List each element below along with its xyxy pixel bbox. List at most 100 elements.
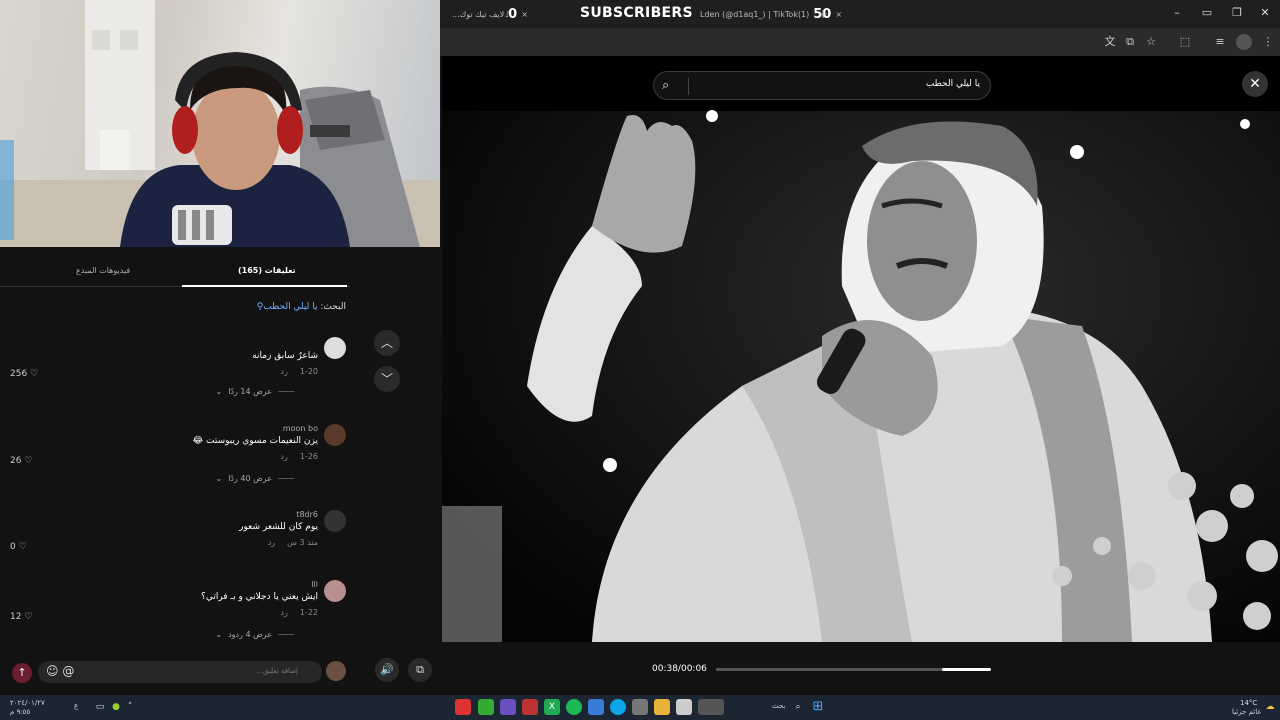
- search-icon[interactable]: ⌕: [662, 78, 669, 93]
- close-icon[interactable]: ×: [521, 10, 528, 19]
- comment-meta: 1-22 رد: [280, 608, 318, 617]
- display-icon[interactable]: ▭: [92, 699, 108, 715]
- app-icon-maroon[interactable]: [522, 699, 538, 715]
- search-divider: [688, 78, 689, 95]
- address-bar[interactable]: [442, 33, 1102, 51]
- view-replies[interactable]: عرض 14 ردًا ⌄: [216, 387, 295, 396]
- app-icon-blue[interactable]: [588, 699, 604, 715]
- language-indicator[interactable]: ع: [74, 702, 78, 710]
- emoji-mention-icons[interactable]: ☺ @: [46, 664, 74, 678]
- close-icon[interactable]: ✕: [1242, 71, 1268, 97]
- comment-item: t8dr6 يوم كان للشعر شعور منذ 3 س رد 0 ♡: [10, 510, 346, 590]
- menu-icon[interactable]: ⋮: [1260, 34, 1276, 50]
- view-replies-label: عرض 40 ردًا: [228, 474, 272, 483]
- comment-username[interactable]: t8dr6: [296, 510, 318, 519]
- weather-desc: غائم جزئيا: [1232, 708, 1262, 716]
- comment-text: يوم كان للشعر شعور: [239, 522, 318, 532]
- comment-placeholder: إضافة تعليق...: [256, 667, 298, 675]
- comment-date: 1-20: [299, 367, 318, 376]
- tab-label: Lden (@d1aq1_) | TikTok(1): [700, 9, 810, 19]
- tab-comments[interactable]: (165) تعليقات: [238, 266, 296, 275]
- taskbar-search-label[interactable]: بحث: [772, 702, 785, 710]
- comment-input[interactable]: ☺ @ إضافة تعليق...: [38, 661, 322, 683]
- comment-meta: 1-26 رد: [280, 452, 318, 461]
- comment-search-line: البحث: يا ليلي الحطب⚲: [257, 302, 346, 312]
- excel-icon[interactable]: X: [544, 699, 560, 715]
- maximize-icon[interactable]: ▭: [1200, 6, 1214, 20]
- video-frame: [442, 56, 1280, 642]
- comment-item: moon bo يزن النعيمات مسوي ريبوستت 😂 1-26…: [10, 424, 346, 504]
- webcam-overlay: [0, 0, 440, 247]
- extensions-icon[interactable]: ⬚: [1177, 34, 1193, 50]
- file-explorer-icon[interactable]: [654, 699, 670, 715]
- video-controls: 🔊 ⧉ 00:38/00:06: [362, 642, 1280, 695]
- spotify-icon[interactable]: [566, 699, 582, 715]
- window-close-icon[interactable]: ✕: [1258, 6, 1272, 20]
- tab-creator-videos[interactable]: فيديوهات المبدع: [76, 266, 130, 275]
- app-icon-purple[interactable]: [500, 699, 516, 715]
- new-tab-icon[interactable]: +: [818, 4, 828, 24]
- search-prefix: البحث:: [320, 302, 346, 312]
- picture-in-picture-icon[interactable]: ⧉: [408, 658, 432, 682]
- avatar[interactable]: [324, 424, 346, 446]
- minimize-icon[interactable]: –: [1170, 6, 1184, 20]
- app-icon-green[interactable]: [478, 699, 494, 715]
- view-replies[interactable]: عرض 4 ردود ⌄: [215, 630, 294, 639]
- view-replies-label: عرض 14 ردًا: [228, 387, 272, 396]
- comment-meta: 1-20 رد: [280, 367, 318, 376]
- start-icon[interactable]: ⊞: [810, 699, 826, 715]
- window-restore-icon[interactable]: ❐: [1230, 6, 1244, 20]
- chevron-down-icon: ⌄: [215, 474, 223, 483]
- like-count[interactable]: 0 ♡: [10, 542, 27, 552]
- reply-link[interactable]: رد: [280, 452, 287, 461]
- sidebar-icon[interactable]: ≡: [1212, 34, 1228, 50]
- reply-link[interactable]: رد: [268, 538, 275, 547]
- comment-text: يزن النعيمات مسوي ريبوستت 😂: [192, 436, 318, 446]
- search-query-link[interactable]: يا ليلي الحطب: [263, 302, 317, 312]
- reply-link[interactable]: رد: [280, 367, 287, 376]
- next-video-button[interactable]: ﹀: [374, 366, 400, 392]
- install-app-icon[interactable]: ⧉: [1122, 34, 1138, 50]
- like-count[interactable]: 12 ♡: [10, 612, 32, 622]
- profile-avatar[interactable]: [1236, 34, 1252, 50]
- edge-icon[interactable]: [610, 699, 626, 715]
- avatar[interactable]: [324, 510, 346, 532]
- widgets-icon[interactable]: [698, 699, 724, 715]
- comment-date: منذ 3 س: [287, 538, 318, 547]
- previous-video-button[interactable]: ︿: [374, 330, 400, 356]
- subscribers-label: SUBSCRIBERS: [580, 5, 693, 21]
- like-count[interactable]: 256 ♡: [10, 369, 38, 379]
- comment-date: 1-22: [299, 608, 318, 617]
- app-icon-white[interactable]: [676, 699, 692, 715]
- close-icon[interactable]: ×: [835, 10, 842, 19]
- tab-label: ...لايف تيك توك: [452, 9, 505, 19]
- avatar[interactable]: [324, 337, 346, 359]
- search-icon[interactable]: ⌕: [790, 699, 806, 715]
- view-replies[interactable]: عرض 40 ردًا ⌄: [216, 474, 295, 483]
- search-input[interactable]: يا ليلي الحطب: [926, 79, 980, 89]
- like-count[interactable]: 26 ♡: [10, 456, 32, 466]
- tab-tiktok-live[interactable]: ...لايف تيك توك 0 ×: [452, 4, 528, 24]
- webcam-image: [0, 0, 440, 247]
- send-button[interactable]: ↑: [12, 663, 32, 683]
- volume-icon[interactable]: 🔊: [375, 658, 399, 682]
- chevron-down-icon: ⌄: [215, 387, 223, 396]
- video-search-bar[interactable]: ⌕ يا ليلي الحطب: [653, 71, 991, 100]
- reply-link[interactable]: رد: [280, 608, 287, 617]
- chevron-up-icon[interactable]: ˄: [122, 699, 138, 715]
- video-player[interactable]: [442, 56, 1280, 642]
- comment-username[interactable]: lll: [311, 580, 318, 589]
- video-time: 00:38/00:06: [652, 664, 707, 674]
- progress-bar[interactable]: [716, 668, 991, 671]
- comment-text: ايش يعني يا دجلاني و بـ فراتي؟: [201, 592, 318, 602]
- app-icon-red[interactable]: [455, 699, 471, 715]
- store-icon[interactable]: [632, 699, 648, 715]
- translate-icon[interactable]: 文: [1102, 34, 1118, 50]
- weather-icon[interactable]: ☁: [1262, 699, 1278, 715]
- panel-tabs: فيديوهات المبدع (165) تعليقات: [0, 257, 350, 287]
- avatar[interactable]: [324, 580, 346, 602]
- comment-username[interactable]: moon bo: [283, 424, 318, 433]
- taskbar-clock: ٩:٥٥ م: [10, 708, 31, 716]
- comment-date: 1-26: [299, 452, 318, 461]
- star-icon[interactable]: ☆: [1143, 34, 1159, 50]
